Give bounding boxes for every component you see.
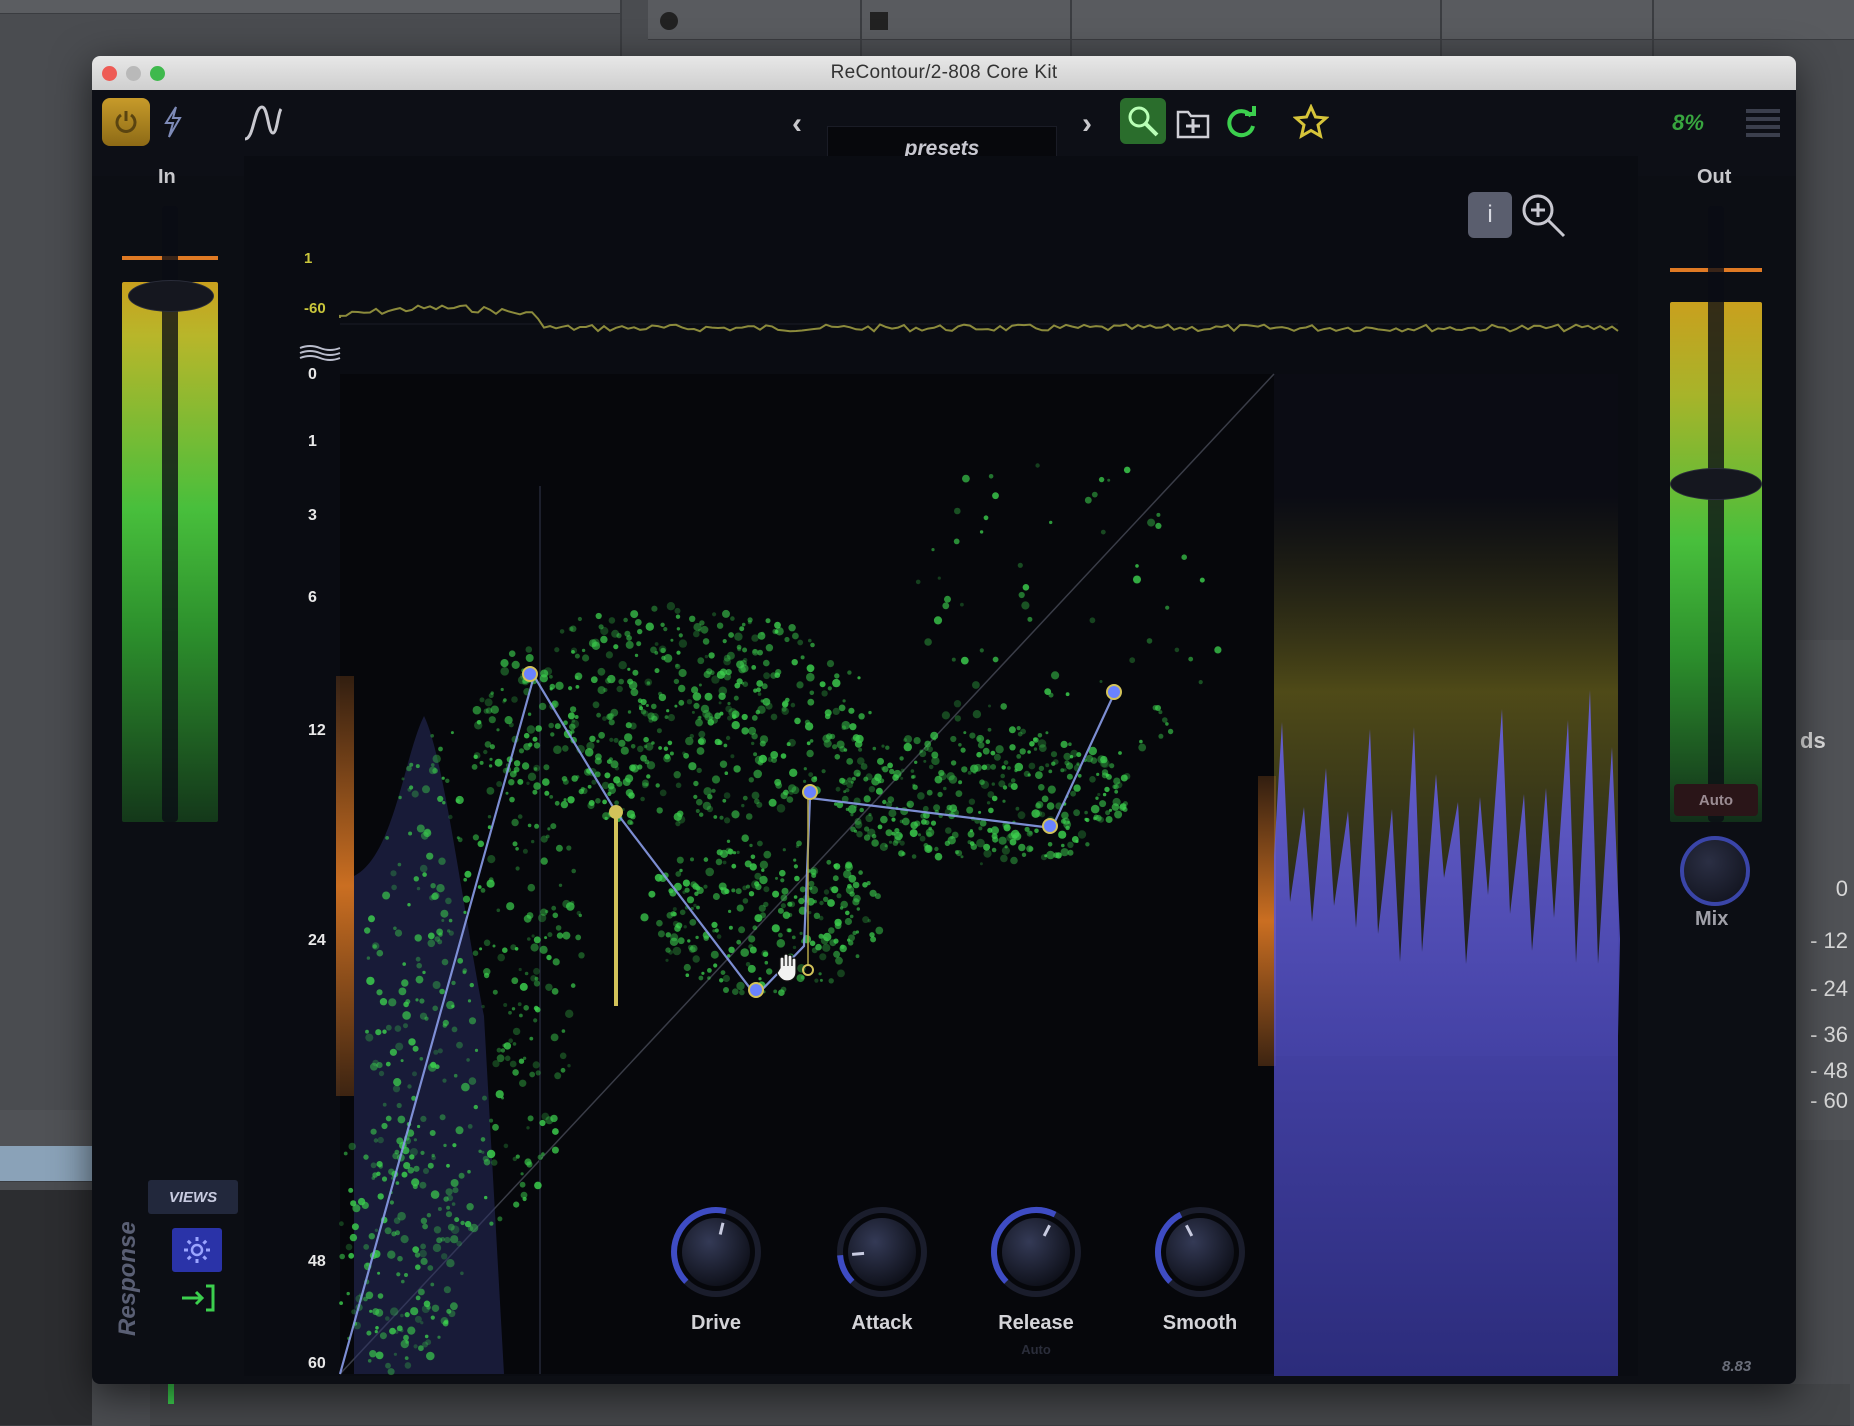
zoom-in-icon: [1522, 194, 1566, 238]
input-gain-handle[interactable]: [128, 280, 214, 312]
search-icon: [1128, 106, 1159, 137]
daw-meter-tick: - 36: [1810, 1022, 1848, 1047]
window-title: ReContour/2-808 Core Kit: [830, 62, 1058, 83]
y-scale-label: 1: [308, 433, 317, 450]
daw-meter-tick: 0: [1835, 876, 1848, 901]
export-button[interactable]: [178, 1278, 218, 1318]
power-icon: [115, 111, 137, 133]
bolt-icon: [164, 106, 182, 138]
knob-label: Drive: [690, 1312, 742, 1334]
views-label: VIEWS: [148, 1180, 238, 1214]
daw-lane: [648, 0, 1854, 40]
menu-button[interactable]: [1742, 102, 1784, 144]
output-gain-handle[interactable]: [1670, 468, 1762, 500]
mix-knob[interactable]: [1680, 836, 1750, 906]
y-scale-label: 0: [308, 366, 317, 383]
arrow-into-bracket-icon: [182, 1284, 215, 1312]
daw-divider: [860, 0, 862, 56]
power-button[interactable]: [102, 98, 150, 146]
search-button[interactable]: [1120, 98, 1166, 144]
daw-divider: [620, 0, 622, 56]
input-label: In: [158, 166, 176, 188]
curve-icon: [244, 105, 283, 141]
y-scale-label: 60: [308, 1355, 326, 1372]
knob-dial-icon: [991, 1207, 1081, 1297]
knob-attack[interactable]: [834, 1204, 930, 1300]
daw-meter-tick: - 12: [1810, 928, 1848, 953]
daw-lane-selected[interactable]: [0, 1146, 92, 1182]
response-display[interactable]: 1 -60 0 1 3 6 12 24 48 60 i Drive Attack Release A: [244, 156, 1638, 1376]
daw-divider: [1070, 0, 1072, 56]
curve-node[interactable]: [609, 805, 623, 819]
daw-divider: [1440, 0, 1442, 56]
top-scale-label: -60: [304, 300, 326, 317]
cpu-meter: 8%: [1672, 110, 1704, 135]
response-label: Response: [114, 1221, 141, 1336]
version-label: 8.83: [1722, 1358, 1752, 1375]
knob-sub-label: Auto: [1021, 1342, 1051, 1357]
daw-divider: [1652, 0, 1654, 56]
refresh-icon: [1227, 106, 1256, 138]
daw-lane: [150, 1384, 1850, 1426]
output-label: Out: [1697, 166, 1732, 188]
knob-dial-icon: [837, 1207, 927, 1297]
y-scale-label: 24: [308, 932, 326, 949]
plugin-window: ReContour/2-808 Core Kit ‹ › 8% presets …: [92, 56, 1796, 1384]
add-preset-icon: [1176, 110, 1210, 139]
title-bar[interactable]: ReContour/2-808 Core Kit: [92, 56, 1796, 90]
close-button[interactable]: [102, 66, 117, 81]
daw-stop-icon[interactable]: [870, 12, 888, 30]
input-level-bar: [336, 676, 354, 1096]
star-icon: [1293, 104, 1329, 140]
knob-label: Smooth: [1162, 1312, 1238, 1334]
next-preset-button[interactable]: ›: [1074, 104, 1100, 144]
y-scale-label: 48: [308, 1253, 326, 1270]
knob-label: Attack: [851, 1312, 913, 1334]
daw-meter-tick: - 48: [1810, 1058, 1848, 1083]
menu-icon: [1746, 109, 1780, 137]
add-preset-button[interactable]: [1172, 100, 1214, 144]
prev-preset-button[interactable]: ‹: [784, 104, 810, 144]
output-meter-track[interactable]: [1708, 206, 1724, 822]
curve-node[interactable]: [748, 982, 764, 998]
daw-lane: [0, 1190, 92, 1426]
knob-dial-icon: [1155, 1207, 1245, 1297]
y-scale-label: 12: [308, 722, 326, 739]
knob-dial-icon: [671, 1207, 761, 1297]
response-graph[interactable]: 1 -60 0 1 3 6 12 24 48 60: [244, 156, 1638, 1376]
zoom-button[interactable]: [1518, 190, 1568, 240]
knob-release[interactable]: [988, 1204, 1084, 1300]
minimize-button[interactable]: [126, 66, 141, 81]
daw-side-label: ds: [1800, 728, 1826, 753]
knob-smooth[interactable]: [1152, 1204, 1248, 1300]
refresh-button[interactable]: [1220, 100, 1262, 144]
daw-activity-indicator: [168, 1384, 174, 1404]
daw-meter-tick: - 24: [1810, 976, 1848, 1001]
curve-node[interactable]: [1106, 684, 1122, 700]
y-scale-label: 3: [308, 507, 317, 524]
daw-lane: [0, 0, 620, 14]
bolt-button[interactable]: [158, 104, 188, 140]
favorite-button[interactable]: [1290, 100, 1332, 144]
output-level-bar: [1258, 776, 1276, 1066]
mix-label: Mix: [1695, 908, 1729, 930]
curve-node[interactable]: [522, 666, 538, 682]
gear-icon: [184, 1237, 210, 1263]
settings-button[interactable]: [172, 1228, 222, 1272]
y-scale-label: 6: [308, 589, 317, 606]
knob-label: Release: [998, 1312, 1074, 1334]
info-button[interactable]: i: [1468, 192, 1512, 238]
daw-record-icon[interactable]: [660, 12, 678, 30]
auto-gain-button[interactable]: Auto: [1674, 784, 1758, 816]
curve-button[interactable]: [240, 100, 286, 146]
curve-node[interactable]: [1042, 818, 1058, 834]
knob-drive[interactable]: [668, 1204, 764, 1300]
zoom-button[interactable]: [150, 66, 165, 81]
hand-cursor-icon: [776, 953, 797, 982]
curve-node[interactable]: [802, 784, 818, 800]
top-scale-label: 1: [304, 250, 312, 267]
daw-meter-tick: - 60: [1810, 1088, 1848, 1113]
